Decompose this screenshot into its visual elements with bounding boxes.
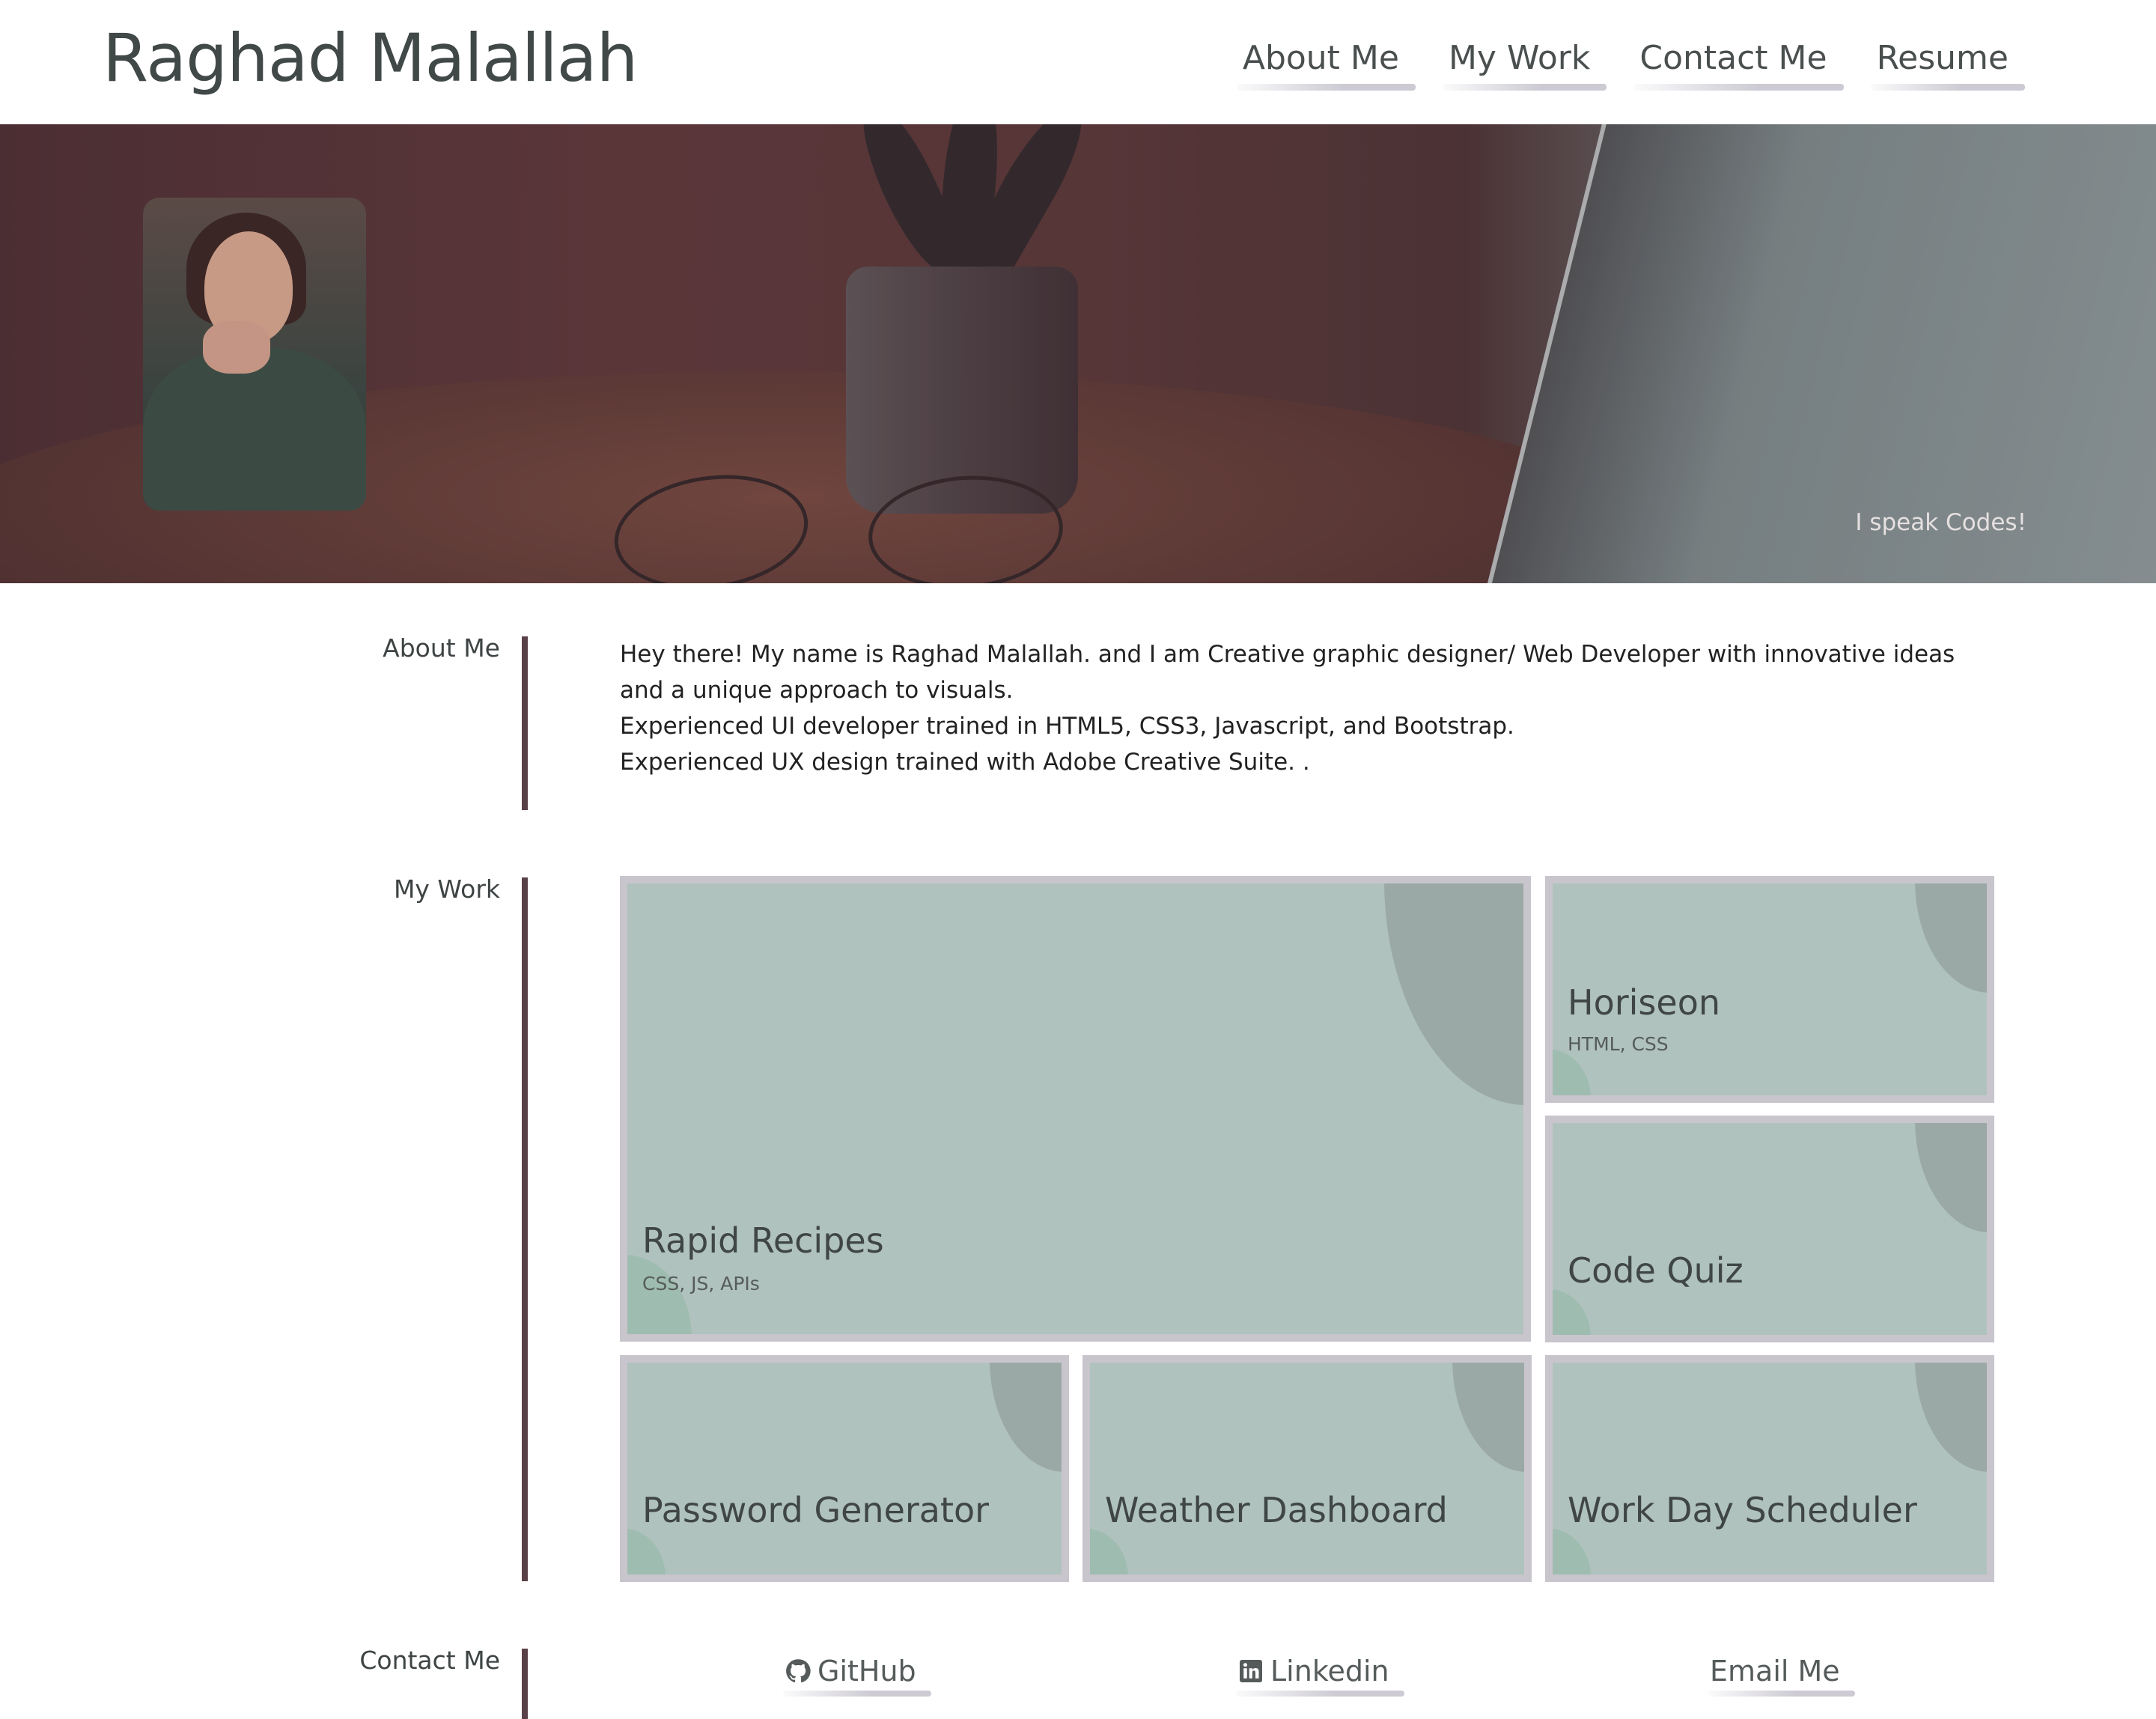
about-section-label: About Me (383, 633, 500, 663)
work-section-bar (522, 877, 528, 1581)
project-card-code-quiz[interactable]: Code Quiz (1545, 1116, 1994, 1342)
project-card-horiseon[interactable]: Horiseon HTML, CSS (1545, 876, 1994, 1103)
project-title: Weather Dashboard (1105, 1490, 1448, 1530)
card-decoration (990, 1363, 1062, 1472)
github-link[interactable]: GitHub (783, 1655, 931, 1697)
main-nav: About Me My Work Contact Me Resume (1236, 39, 2026, 91)
about-line: Experienced UX design trained with Adobe… (620, 749, 1310, 776)
project-title: Code Quiz (1568, 1250, 1744, 1291)
nav-my-work[interactable]: My Work (1442, 39, 1607, 91)
card-decoration (1915, 1123, 1987, 1232)
hero-tagline: I speak Codes! (1855, 509, 2026, 536)
card-decoration (1384, 883, 1523, 1105)
work-section-label: My Work (393, 874, 500, 904)
project-tech: CSS, JS, APIs (642, 1273, 760, 1294)
card-corner-decoration (627, 1255, 692, 1334)
nav-resume[interactable]: Resume (1870, 39, 2026, 91)
github-icon (786, 1659, 811, 1683)
card-decoration (1915, 1363, 1987, 1472)
project-card-rapid-recipes[interactable]: Rapid Recipes CSS, JS, APIs (620, 876, 1531, 1342)
about-line: Experienced UI developer trained in HTML… (620, 713, 1514, 740)
site-header: Raghad Malallah About Me My Work Contact… (0, 0, 2156, 124)
profile-photo (143, 198, 366, 511)
project-title: Password Generator (642, 1490, 990, 1530)
project-tech: HTML, CSS (1568, 1033, 1669, 1055)
site-title: Raghad Malallah (103, 19, 638, 97)
linkedin-label: Linkedin (1270, 1655, 1389, 1688)
about-text: Hey there! My name is Raghad Malallah. a… (620, 636, 1990, 780)
card-corner-decoration (1553, 1529, 1591, 1575)
email-label: Email Me (1710, 1655, 1840, 1688)
card-corner-decoration (1553, 1050, 1591, 1095)
avatar-hand (203, 321, 270, 374)
card-decoration (1915, 883, 1987, 993)
project-card-weather-dashboard[interactable]: Weather Dashboard (1082, 1355, 1532, 1582)
card-corner-decoration (1553, 1289, 1591, 1335)
contact-section-bar (522, 1649, 528, 1719)
linkedin-link[interactable]: Linkedin (1236, 1655, 1404, 1697)
email-link[interactable]: Email Me (1708, 1655, 1855, 1697)
project-title: Work Day Scheduler (1568, 1490, 1917, 1530)
github-label: GitHub (817, 1655, 916, 1688)
nav-about-me[interactable]: About Me (1236, 39, 1416, 91)
linkedin-icon (1240, 1660, 1262, 1682)
card-corner-decoration (1090, 1529, 1128, 1575)
card-decoration (1452, 1363, 1524, 1472)
project-title: Horiseon (1568, 982, 1720, 1023)
card-corner-decoration (627, 1529, 666, 1575)
about-section-bar (522, 636, 528, 810)
about-line: Hey there! My name is Raghad Malallah. a… (620, 641, 1955, 704)
project-title: Rapid Recipes (642, 1220, 884, 1261)
nav-contact-me[interactable]: Contact Me (1633, 39, 1844, 91)
contact-section-label: Contact Me (359, 1646, 500, 1675)
avatar-body (143, 347, 366, 511)
project-card-work-day-scheduler[interactable]: Work Day Scheduler (1545, 1355, 1994, 1582)
project-card-password-generator[interactable]: Password Generator (620, 1355, 1069, 1582)
